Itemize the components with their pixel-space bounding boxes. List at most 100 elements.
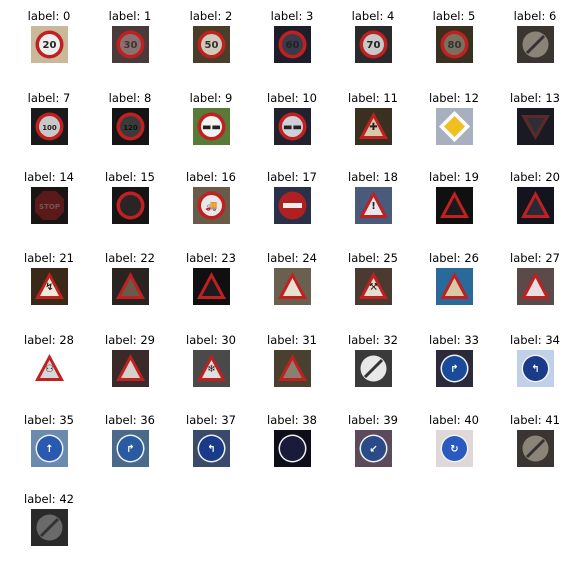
svg-text:🚚: 🚚 <box>205 201 217 212</box>
sample-cell: label: 12 <box>414 91 494 151</box>
sample-label: label: 14 <box>24 170 74 184</box>
sign-image: ↰ <box>193 430 230 467</box>
sample-cell: label: 13 <box>495 91 575 151</box>
sample-label: label: 24 <box>267 251 317 265</box>
sample-label: label: 2 <box>189 9 233 23</box>
sample-label: label: 38 <box>267 413 317 427</box>
sample-label: label: 39 <box>348 413 398 427</box>
sample-label: label: 20 <box>510 170 560 184</box>
sample-cell: label: 38 <box>252 413 332 473</box>
svg-text:100: 100 <box>42 124 57 132</box>
svg-text:⚇: ⚇ <box>45 364 54 375</box>
sample-cell: label: 24 <box>252 251 332 311</box>
svg-text:↰: ↰ <box>207 444 215 455</box>
sample-label: label: 16 <box>186 170 236 184</box>
sample-label: label: 12 <box>429 91 479 105</box>
sample-cell: label: 41 <box>495 413 575 473</box>
sign-image: 70 <box>355 26 392 63</box>
sign-image: ↙ <box>355 430 392 467</box>
sample-cell: label: 21 ↯ <box>9 251 89 311</box>
sign-image: ↱ <box>112 430 149 467</box>
sample-label: label: 41 <box>510 413 560 427</box>
sample-label: label: 22 <box>105 251 155 265</box>
sample-label: label: 36 <box>105 413 155 427</box>
sign-image: 60 <box>274 26 311 63</box>
sample-cell: label: 5 80 <box>414 9 494 69</box>
sample-cell: label: 1 30 <box>90 9 170 69</box>
sample-cell: label: 19 <box>414 170 494 230</box>
sample-cell: label: 18! <box>333 170 413 230</box>
sample-cell: label: 10 ▬▬ <box>252 91 332 151</box>
sample-label: label: 26 <box>429 251 479 265</box>
sample-label: label: 23 <box>186 251 236 265</box>
sign-image: ▬▬ <box>274 108 311 145</box>
sample-label: label: 30 <box>186 333 236 347</box>
sign-image <box>517 268 554 305</box>
sign-image: ❄ <box>193 350 230 387</box>
sign-image: 100 <box>31 108 68 145</box>
sample-label: label: 32 <box>348 333 398 347</box>
sample-cell: label: 4 70 <box>333 9 413 69</box>
sample-cell: label: 7 100 <box>9 91 89 151</box>
sample-cell: label: 37 ↰ <box>171 413 251 473</box>
sample-label: label: 3 <box>270 9 314 23</box>
svg-text:▬▬: ▬▬ <box>283 122 302 133</box>
svg-text:↱: ↱ <box>126 444 134 455</box>
sign-sample-grid: label: 0 20 label: 1 30 label: 2 50 label: 3 60… <box>0 0 576 576</box>
sign-image: ⚒ <box>355 268 392 305</box>
sample-cell: label: 23 <box>171 251 251 311</box>
sample-label: label: 5 <box>432 9 476 23</box>
sample-cell: label: 40 ↻ <box>414 413 494 473</box>
svg-text:↰: ↰ <box>531 364 539 375</box>
svg-text:60: 60 <box>286 40 300 51</box>
sample-cell: label: 22 <box>90 251 170 311</box>
sample-label: label: 4 <box>351 9 395 23</box>
svg-text:▬▬: ▬▬ <box>202 122 221 133</box>
sign-image: 30 <box>112 26 149 63</box>
sample-cell: label: 36 ↱ <box>90 413 170 473</box>
sample-cell: label: 3 60 <box>252 9 332 69</box>
sample-cell: label: 30 ❄ <box>171 333 251 393</box>
sign-image: ↻ <box>436 430 473 467</box>
sign-image: ↯ <box>31 268 68 305</box>
sign-image: ✚ <box>355 108 392 145</box>
sample-cell: label: 26 <box>414 251 494 311</box>
sign-image: 20 <box>31 26 68 63</box>
sample-label: label: 8 <box>108 91 152 105</box>
sign-image: ↱ <box>436 350 473 387</box>
svg-text:80: 80 <box>448 40 462 51</box>
sample-cell: label: 27 <box>495 251 575 311</box>
sample-cell: label: 15 <box>90 170 170 230</box>
svg-text:!: ! <box>371 201 376 212</box>
sign-image <box>517 108 554 145</box>
sign-image <box>274 350 311 387</box>
svg-text:✚: ✚ <box>369 122 377 133</box>
sign-image: 120 <box>112 108 149 145</box>
sample-cell: label: 33 ↱ <box>414 333 494 393</box>
sample-label: label: 21 <box>24 251 74 265</box>
sign-image <box>355 350 392 387</box>
sample-label: label: 10 <box>267 91 317 105</box>
sample-cell: label: 11 ✚ <box>333 91 413 151</box>
sign-image <box>436 108 473 145</box>
sample-label: label: 7 <box>27 91 71 105</box>
sign-image <box>274 268 311 305</box>
sign-image: 80 <box>436 26 473 63</box>
svg-text:20: 20 <box>43 40 57 51</box>
sample-label: label: 35 <box>24 413 74 427</box>
svg-text:↙: ↙ <box>369 444 377 455</box>
sign-image <box>274 430 311 467</box>
sample-cell: label: 31 <box>252 333 332 393</box>
sample-cell: label: 20 <box>495 170 575 230</box>
sample-cell: label: 0 20 <box>9 9 89 69</box>
sample-label: label: 6 <box>513 9 557 23</box>
sample-label: label: 1 <box>108 9 152 23</box>
sign-image: ↑ <box>31 430 68 467</box>
sample-cell: label: 14 STOP <box>9 170 89 230</box>
sample-label: label: 15 <box>105 170 155 184</box>
sign-image <box>112 268 149 305</box>
sample-cell: label: 35 ↑ <box>9 413 89 473</box>
svg-text:↑: ↑ <box>45 444 53 455</box>
sample-label: label: 25 <box>348 251 398 265</box>
sample-label: label: 33 <box>429 333 479 347</box>
